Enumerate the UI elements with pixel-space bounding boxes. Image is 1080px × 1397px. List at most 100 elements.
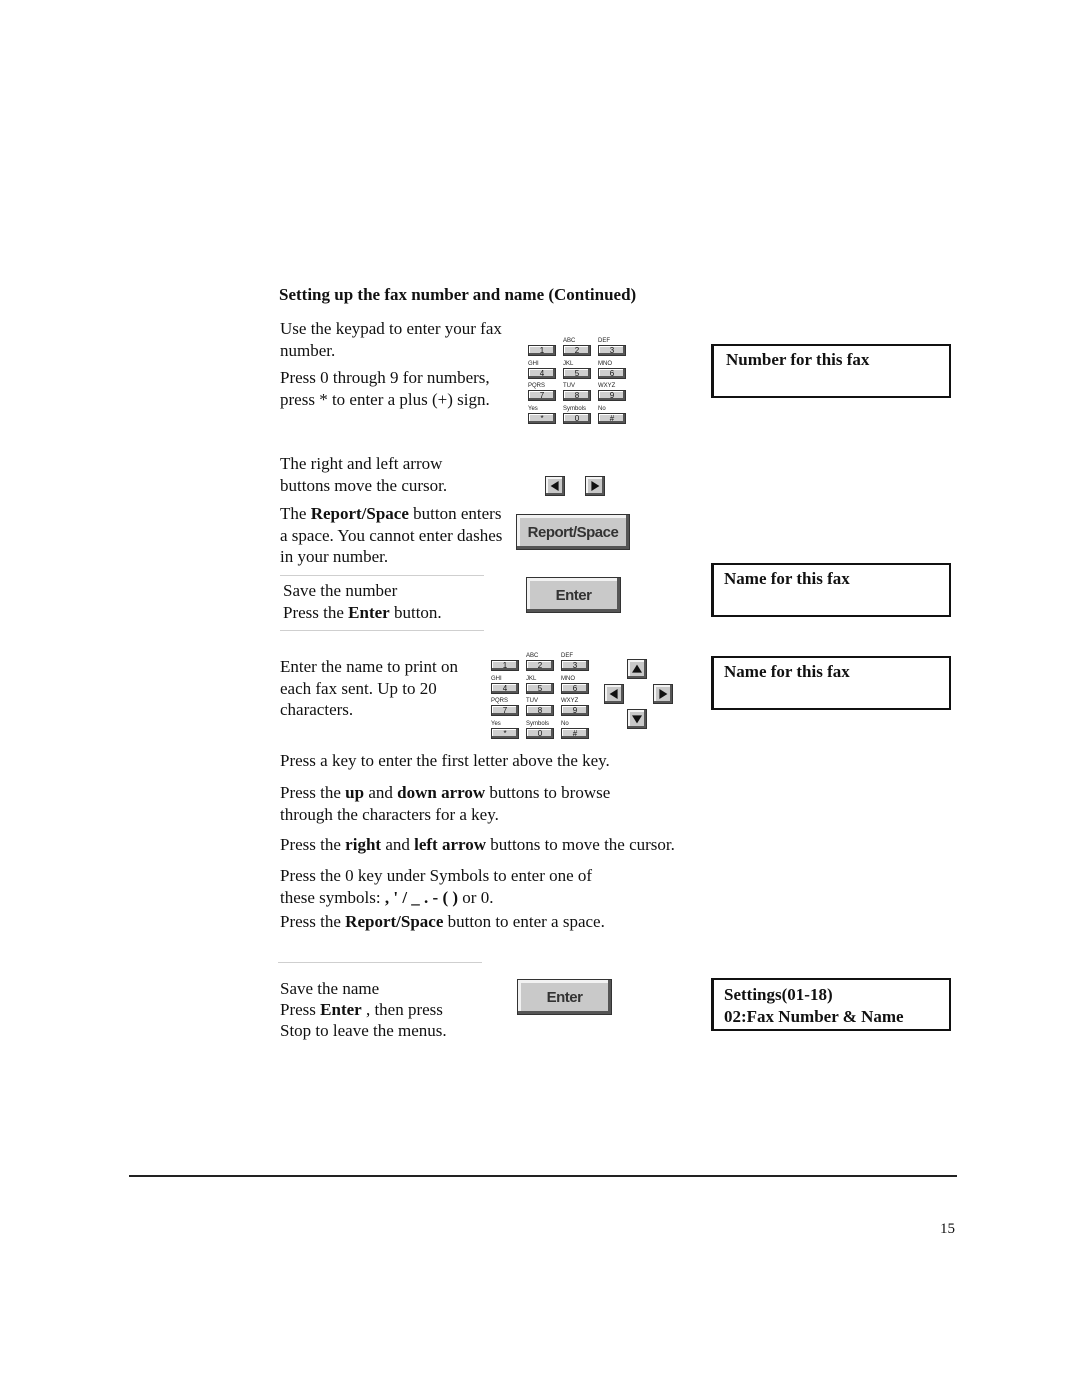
keypad-key[interactable]: 1 [528, 345, 556, 356]
keypad-row: PQRS 7 TUV 8 WXYZ 9 [491, 698, 591, 721]
keypad-row: PQRS 7 TUV 8 WXYZ 9 [528, 383, 628, 406]
keypad-row: 1 ABC 2 DEF 3 [528, 338, 628, 361]
instruction-5-a: Press the [280, 912, 346, 931]
keypad-key[interactable]: * [491, 727, 519, 739]
keypad-cell: PQRS 7 [491, 698, 519, 716]
instruction-4: Press the 0 key under Symbols to enter o… [280, 865, 592, 908]
lcd-text: Name for this fax [724, 569, 850, 588]
keypad-key[interactable]: 2 [563, 345, 591, 356]
keypad-cell: PQRS 7 [528, 383, 556, 401]
save-name-line-2: Press Enter , then press [280, 999, 443, 1021]
page-divider [129, 1175, 957, 1177]
down-arrow-button[interactable] [627, 709, 647, 729]
lcd-display-name: Name for this fax [711, 563, 951, 617]
lcd-display-settings: Settings(01-18) 02:Fax Number & Name [711, 978, 951, 1031]
keypad-cell: JKL 5 [526, 676, 554, 694]
keypad-key[interactable]: 6 [598, 367, 626, 379]
lcd-line-2: 02:Fax Number & Name [724, 1007, 904, 1026]
keypad-key[interactable]: 0 [526, 727, 554, 739]
up-arrow-icon [632, 664, 642, 673]
keypad-key[interactable]: 1 [491, 660, 519, 671]
keypad-cell: MNO 6 [561, 676, 589, 694]
keypad-key[interactable]: 8 [526, 705, 554, 716]
keypad-cell: DEF 3 [598, 338, 626, 356]
number-step-text-2: Press 0 through 9 for numbers, press * t… [280, 368, 490, 409]
keypad-key[interactable]: 8 [563, 390, 591, 401]
keypad-key[interactable]: # [561, 727, 589, 739]
keypad-cell: GHI 4 [491, 676, 519, 694]
name-step-text: Enter the name to print on each fax sent… [280, 657, 458, 719]
cursor-step-text: The right and left arrow buttons move th… [280, 454, 448, 495]
up-arrow-button[interactable] [627, 659, 647, 679]
report-space-button[interactable]: Report/Space [516, 514, 630, 550]
key-letters: No [598, 405, 606, 412]
enter-button[interactable]: Enter [526, 577, 621, 613]
key-letters: GHI [491, 675, 502, 682]
lcd-text: Number for this fax [726, 350, 870, 369]
page-number: 15 [940, 1221, 955, 1237]
keypad-key[interactable]: 2 [526, 660, 554, 671]
keypad-key[interactable]: 4 [491, 682, 519, 694]
keypad-key[interactable]: * [528, 412, 556, 424]
left-arrow-button[interactable] [604, 684, 624, 704]
instruction-2-d: down arrow [397, 783, 486, 802]
divider [280, 575, 484, 576]
key-letters: MNO [561, 675, 575, 682]
instruction-3-e: buttons to move the cursor. [486, 835, 675, 854]
keypad-key[interactable]: 0 [563, 412, 591, 424]
keypad-key[interactable]: 5 [563, 367, 591, 379]
save-number-line-1: Save the number [283, 581, 398, 600]
key-letters: DEF [598, 338, 610, 344]
keypad-key[interactable]: 9 [561, 705, 589, 716]
save-name-line-2-bold: Enter [320, 1000, 362, 1019]
save-number-line-2: Press the Enter button. [283, 602, 442, 624]
section-title: Setting up the fax number and name (Cont… [279, 285, 637, 304]
keypad-key[interactable]: 7 [491, 705, 519, 716]
keypad-key[interactable]: 6 [561, 682, 589, 694]
instruction-2-a: Press the [280, 783, 346, 802]
instruction-2-e: buttons to browse [485, 783, 611, 802]
space-step-text-pre: The [280, 504, 311, 523]
key-letters: TUV [526, 698, 538, 704]
key-letters: JKL [526, 675, 537, 682]
key-letters: WXYZ [598, 383, 616, 389]
number-step-text-1: Use the keypad to enter your fax number. [280, 319, 502, 360]
keypad-key[interactable]: 3 [598, 345, 626, 356]
instruction-3-b: right [345, 835, 382, 854]
left-arrow-button[interactable] [545, 476, 565, 496]
lcd-display-name-2: Name for this fax [711, 656, 951, 710]
keypad-key[interactable]: # [598, 412, 626, 424]
keypad-cell: WXYZ 9 [561, 698, 589, 716]
left-arrow-icon [609, 689, 618, 699]
keypad-key[interactable]: 5 [526, 682, 554, 694]
keypad-cell: Yes * [528, 406, 556, 424]
keypad-key[interactable]: 9 [598, 390, 626, 401]
keypad-key[interactable]: 3 [561, 660, 589, 671]
keypad-cell: MNO 6 [598, 361, 626, 379]
keypad-name: 1 ABC 2 DEF 3 GHI 4 JKL 5 MNO 6 PQRS 7 TUV 8 WXYZ 9 Yes * S… [491, 653, 591, 743]
key-letters: TUV [563, 383, 575, 389]
key-letters: WXYZ [561, 698, 579, 704]
save-name-line-2-post: , then press [361, 1000, 443, 1019]
instruction-2: Press the up and down arrow buttons to b… [280, 782, 610, 825]
keypad-cell: GHI 4 [528, 361, 556, 379]
instruction-5-c: button to enter a space. [443, 912, 605, 931]
lcd-text: Name for this fax [724, 662, 850, 681]
right-arrow-button[interactable] [585, 476, 605, 496]
keypad-key[interactable]: 7 [528, 390, 556, 401]
space-step-text-bold: Report/Space [310, 504, 409, 523]
keypad-cell: 1 [491, 653, 519, 671]
keypad-row: 1 ABC 2 DEF 3 [491, 653, 591, 676]
enter-button[interactable]: Enter [517, 979, 612, 1015]
keypad-number: 1 ABC 2 DEF 3 GHI 4 JKL 5 MNO 6 PQRS 7 TUV 8 WXYZ 9 Yes * S… [528, 338, 628, 428]
save-number-line-2-bold: Enter [348, 603, 390, 622]
right-arrow-button[interactable] [653, 684, 673, 704]
keypad-key[interactable]: 4 [528, 367, 556, 379]
instruction-2-c: and [364, 783, 398, 802]
divider [280, 630, 484, 631]
keypad-cell: Symbols 0 [526, 721, 554, 739]
instruction-5: Press the Report/Space button to enter a… [280, 911, 605, 933]
left-arrow-icon [550, 481, 559, 491]
keypad-cell: 1 [528, 338, 556, 356]
save-number-line-2-pre: Press the [283, 603, 349, 622]
